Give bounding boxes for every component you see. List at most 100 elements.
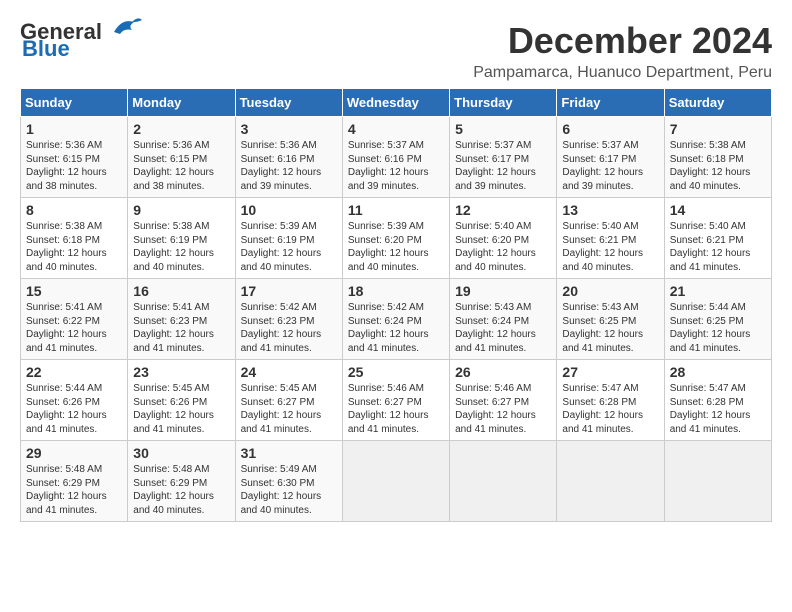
column-header-tuesday: Tuesday [235,89,342,117]
calendar-week-3: 15 Sunrise: 5:41 AM Sunset: 6:22 PM Dayli… [21,279,772,360]
day-number: 25 [348,364,444,380]
column-header-sunday: Sunday [21,89,128,117]
day-number: 26 [455,364,551,380]
day-number: 17 [241,283,337,299]
day-number: 20 [562,283,658,299]
day-info: Sunrise: 5:46 AM Sunset: 6:27 PM Dayligh… [348,382,444,436]
calendar-cell [664,441,771,522]
day-info: Sunrise: 5:39 AM Sunset: 6:20 PM Dayligh… [348,220,444,274]
day-info: Sunrise: 5:47 AM Sunset: 6:28 PM Dayligh… [562,382,658,436]
calendar-cell: 3 Sunrise: 5:36 AM Sunset: 6:16 PM Daylig… [235,117,342,198]
logo: General Blue [20,20,142,62]
calendar-cell: 22 Sunrise: 5:44 AM Sunset: 6:26 PM Dayli… [21,360,128,441]
calendar-cell: 16 Sunrise: 5:41 AM Sunset: 6:23 PM Dayli… [128,279,235,360]
column-header-wednesday: Wednesday [342,89,449,117]
calendar-cell: 12Sunrise: 5:40 AM Sunset: 6:20 PM Dayli… [450,198,557,279]
day-info: Sunrise: 5:40 AM Sunset: 6:20 PM Dayligh… [455,220,551,274]
calendar-cell: 18Sunrise: 5:42 AM Sunset: 6:24 PM Dayli… [342,279,449,360]
day-info: Sunrise: 5:40 AM Sunset: 6:21 PM Dayligh… [562,220,658,274]
day-number: 7 [670,121,766,137]
day-number: 3 [241,121,337,137]
logo-blue: Blue [22,36,70,62]
day-number: 23 [133,364,229,380]
calendar-subtitle: Pampamarca, Huanuco Department, Peru [473,64,772,82]
calendar-cell: 2Sunrise: 5:36 AM Sunset: 6:15 PM Daylig… [128,117,235,198]
day-info: Sunrise: 5:43 AM Sunset: 6:25 PM Dayligh… [562,301,658,355]
day-info: Sunrise: 5:49 AM Sunset: 6:30 PM Dayligh… [241,463,337,517]
calendar-cell: 19Sunrise: 5:43 AM Sunset: 6:24 PM Dayli… [450,279,557,360]
day-info: Sunrise: 5:40 AM Sunset: 6:21 PM Dayligh… [670,220,766,274]
day-info: Sunrise: 5:38 AM Sunset: 6:18 PM Dayligh… [670,139,766,193]
day-info: Sunrise: 5:45 AM Sunset: 6:26 PM Dayligh… [133,382,229,436]
calendar-cell: 27 Sunrise: 5:47 AM Sunset: 6:28 PM Dayli… [557,360,664,441]
day-number: 13 [562,202,658,218]
column-header-thursday: Thursday [450,89,557,117]
day-info: Sunrise: 5:44 AM Sunset: 6:25 PM Dayligh… [670,301,766,355]
calendar-cell: 26 Sunrise: 5:46 AM Sunset: 6:27 PM Dayli… [450,360,557,441]
day-number: 27 [562,364,658,380]
calendar-cell: 24 Sunrise: 5:45 AM Sunset: 6:27 PM Dayli… [235,360,342,441]
logo-bird-icon [104,14,142,42]
calendar-cell: 9 Sunrise: 5:38 AM Sunset: 6:19 PM Daylig… [128,198,235,279]
calendar-cell: 17Sunrise: 5:42 AM Sunset: 6:23 PM Dayli… [235,279,342,360]
day-info: Sunrise: 5:44 AM Sunset: 6:26 PM Dayligh… [26,382,122,436]
day-number: 9 [133,202,229,218]
day-number: 29 [26,445,122,461]
day-number: 1 [26,121,122,137]
calendar-week-4: 22 Sunrise: 5:44 AM Sunset: 6:26 PM Dayli… [21,360,772,441]
calendar-cell: 8 Sunrise: 5:38 AM Sunset: 6:18 PM Daylig… [21,198,128,279]
day-info: Sunrise: 5:37 AM Sunset: 6:17 PM Dayligh… [455,139,551,193]
calendar-cell: 20 Sunrise: 5:43 AM Sunset: 6:25 PM Dayli… [557,279,664,360]
day-info: Sunrise: 5:41 AM Sunset: 6:22 PM Dayligh… [26,301,122,355]
day-number: 15 [26,283,122,299]
day-info: Sunrise: 5:42 AM Sunset: 6:24 PM Dayligh… [348,301,444,355]
column-header-saturday: Saturday [664,89,771,117]
calendar-cell: 15 Sunrise: 5:41 AM Sunset: 6:22 PM Dayli… [21,279,128,360]
calendar-week-5: 29 Sunrise: 5:48 AM Sunset: 6:29 PM Dayli… [21,441,772,522]
calendar-cell: 25 Sunrise: 5:46 AM Sunset: 6:27 PM Dayli… [342,360,449,441]
day-number: 30 [133,445,229,461]
calendar-cell: 10Sunrise: 5:39 AM Sunset: 6:19 PM Dayli… [235,198,342,279]
calendar-cell: 13 Sunrise: 5:40 AM Sunset: 6:21 PM Dayli… [557,198,664,279]
day-info: Sunrise: 5:45 AM Sunset: 6:27 PM Dayligh… [241,382,337,436]
day-info: Sunrise: 5:37 AM Sunset: 6:16 PM Dayligh… [348,139,444,193]
day-info: Sunrise: 5:36 AM Sunset: 6:16 PM Dayligh… [241,139,337,193]
calendar-title: December 2024 [473,20,772,62]
day-info: Sunrise: 5:43 AM Sunset: 6:24 PM Dayligh… [455,301,551,355]
day-info: Sunrise: 5:46 AM Sunset: 6:27 PM Dayligh… [455,382,551,436]
day-info: Sunrise: 5:38 AM Sunset: 6:18 PM Dayligh… [26,220,122,274]
day-info: Sunrise: 5:48 AM Sunset: 6:29 PM Dayligh… [133,463,229,517]
day-info: Sunrise: 5:36 AM Sunset: 6:15 PM Dayligh… [133,139,229,193]
day-number: 22 [26,364,122,380]
day-number: 21 [670,283,766,299]
day-info: Sunrise: 5:41 AM Sunset: 6:23 PM Dayligh… [133,301,229,355]
day-number: 16 [133,283,229,299]
day-number: 24 [241,364,337,380]
day-number: 5 [455,121,551,137]
column-header-monday: Monday [128,89,235,117]
day-number: 4 [348,121,444,137]
header: General Blue December 2024 Pampamarca, H… [20,20,772,82]
calendar-cell: 1Sunrise: 5:36 AM Sunset: 6:15 PM Daylig… [21,117,128,198]
calendar-week-1: 1 Sunrise: 5:36 AM Sunset: 6:15 PM Daylig… [21,117,772,198]
day-number: 8 [26,202,122,218]
day-info: Sunrise: 5:38 AM Sunset: 6:19 PM Dayligh… [133,220,229,274]
day-number: 11 [348,202,444,218]
day-number: 28 [670,364,766,380]
calendar-table: SundayMondayTuesdayWednesdayThursdayFrid… [20,88,772,522]
day-info: Sunrise: 5:47 AM Sunset: 6:28 PM Dayligh… [670,382,766,436]
calendar-week-2: 8 Sunrise: 5:38 AM Sunset: 6:18 PM Daylig… [21,198,772,279]
calendar-cell: 6Sunrise: 5:37 AM Sunset: 6:17 PM Daylig… [557,117,664,198]
calendar-cell: 30 Sunrise: 5:48 AM Sunset: 6:29 PM Dayli… [128,441,235,522]
calendar-body: 1 Sunrise: 5:36 AM Sunset: 6:15 PM Daylig… [21,117,772,522]
calendar-cell [450,441,557,522]
calendar-cell: 29Sunrise: 5:48 AM Sunset: 6:29 PM Dayli… [21,441,128,522]
calendar-cell: 14Sunrise: 5:40 AM Sunset: 6:21 PM Dayli… [664,198,771,279]
calendar-cell: 7 Sunrise: 5:38 AM Sunset: 6:18 PM Daylig… [664,117,771,198]
calendar-cell [557,441,664,522]
calendar-cell: 31Sunrise: 5:49 AM Sunset: 6:30 PM Dayli… [235,441,342,522]
calendar-cell: 28 Sunrise: 5:47 AM Sunset: 6:28 PM Dayli… [664,360,771,441]
day-number: 10 [241,202,337,218]
calendar-cell: 5 Sunrise: 5:37 AM Sunset: 6:17 PM Daylig… [450,117,557,198]
column-header-friday: Friday [557,89,664,117]
